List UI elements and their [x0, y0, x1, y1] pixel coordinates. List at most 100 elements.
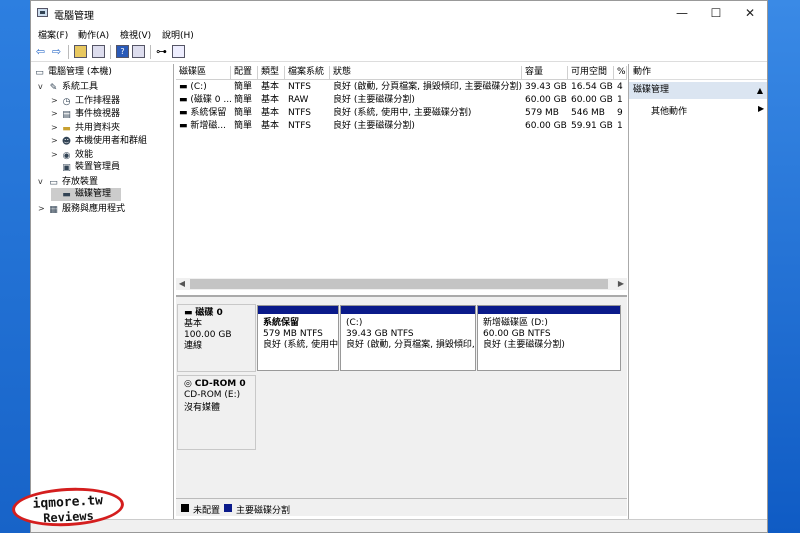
partition-system-reserved[interactable]: 系統保留 579 MB NTFS 良好 (系統, 使用中 [257, 305, 339, 371]
table-cell: 60.00 GB [525, 95, 567, 105]
chevron-right-icon[interactable]: > [51, 94, 61, 107]
tree-item-system-tools[interactable]: v ✎ 系統工具 [38, 80, 98, 93]
column-header-volume[interactable]: 磁碟區 [176, 66, 231, 80]
table-cell: 基本 [261, 108, 280, 118]
volume-icon: ▬ [179, 95, 191, 105]
chevron-right-icon[interactable]: > [51, 107, 61, 120]
disk-legend: 未配置 主要磁碟分割 [176, 498, 627, 516]
tree-item-task-scheduler[interactable]: > ◷ 工作排程器 [51, 94, 120, 107]
computer-management-icon [37, 8, 48, 17]
tree-item-computer-management[interactable]: ▭ 電腦管理 (本機) [34, 66, 112, 79]
menu-help[interactable]: 說明(H) [162, 28, 194, 41]
table-cell: NTFS [288, 121, 311, 131]
tree-item-shared-folders[interactable]: > ▬ 共用資料夾 [51, 121, 120, 134]
primary-partition-bar [258, 306, 338, 314]
volume-row-c-name[interactable]: ▬ (C:) [176, 81, 231, 94]
column-header-capacity[interactable]: 容量 [522, 66, 568, 80]
table-cell: 16.54 GB [571, 82, 613, 92]
scroll-right-icon[interactable]: ▶ [615, 278, 627, 290]
tree-item-disk-management[interactable]: ▬ 磁碟管理 [51, 188, 121, 201]
actions-more-actions[interactable]: 其他動作 [651, 104, 687, 117]
column-header-file-system[interactable]: 檔案系統 [285, 66, 330, 80]
actions-header: 動作 [629, 64, 767, 80]
table-cell: 良好 (系統, 使用中, 主要磁碟分割) [333, 108, 472, 118]
tree-item-device-manager[interactable]: ▣ 裝置管理員 [51, 161, 120, 174]
table-cell: 59.91 GB [571, 121, 613, 131]
table-cell: 簡單 [234, 108, 253, 118]
chevron-right-icon[interactable]: > [51, 134, 61, 147]
table-cell: 546 MB [571, 108, 605, 118]
legend-label-primary: 主要磁碟分割 [236, 506, 291, 516]
tree-item-performance[interactable]: > ◉ 效能 [51, 148, 93, 161]
horizontal-scrollbar[interactable]: ◀ ▶ [176, 278, 627, 290]
table-cell: 簡單 [234, 121, 253, 131]
cdrom-0-label[interactable]: ◎ CD-ROM 0 CD-ROM (E:) 沒有媒體 [177, 375, 256, 450]
menu-view[interactable]: 檢視(V) [120, 28, 151, 41]
list-view-icon[interactable] [172, 45, 185, 58]
column-header-status[interactable]: 狀態 [330, 66, 522, 80]
table-cell: 基本 [261, 82, 280, 92]
column-header-type[interactable]: 類型 [258, 66, 285, 80]
storage-icon: ▭ [49, 178, 58, 188]
services-icon: ▦ [49, 205, 58, 215]
disk-management-icon: ▬ [62, 190, 71, 200]
column-header-percent-free[interactable]: % [614, 66, 627, 80]
volume-icon: ▬ [179, 121, 191, 131]
maximize-button[interactable]: ☐ [699, 3, 733, 23]
column-header-free-space[interactable]: 可用空間 [568, 66, 614, 80]
menu-action[interactable]: 動作(A) [78, 28, 109, 41]
volume-row-new-volume-name[interactable]: ▬ 新增磁... [176, 120, 231, 133]
scroll-left-icon[interactable]: ◀ [176, 278, 188, 290]
chevron-right-icon[interactable]: > [51, 121, 61, 134]
title-bar[interactable]: 電腦管理 — ☐ ✕ [31, 1, 767, 25]
column-header-layout[interactable]: 配置 [231, 66, 258, 80]
partition-c-drive[interactable]: (C:) 39.43 GB NTFS 良好 (啟動, 分頁檔案, 損毀傾印, [340, 305, 476, 371]
volume-row-disk0-name[interactable]: ▬ (磁碟 0 ... [176, 94, 231, 107]
actions-pane: 動作 磁碟管理 ▲ 其他動作 ▶ [628, 64, 767, 519]
table-cell: 良好 (啟動, 分頁檔案, 損毀傾印, 主要磁碟分割) [333, 82, 522, 92]
minimize-button[interactable]: — [665, 3, 699, 23]
table-cell: NTFS [288, 108, 311, 118]
chevron-down-icon[interactable]: v [38, 80, 48, 93]
cdrom-icon: ◎ [184, 379, 195, 389]
legend-swatch-unallocated [181, 504, 189, 512]
primary-partition-bar [341, 306, 475, 314]
table-cell: 良好 (主要磁碟分割) [333, 95, 415, 105]
volume-list: 磁碟區 配置 類型 檔案系統 狀態 容量 可用空間 % ▬ (C:) 簡單 基本… [176, 64, 627, 294]
console-tree: ▭ 電腦管理 (本機) v ✎ 系統工具 > ◷ 工作排程器 > ▤ 事件檢視器 > ▬ 共用資料… [33, 64, 174, 519]
table-cell: 基本 [261, 121, 280, 131]
show-hide-console-tree-icon[interactable] [92, 45, 105, 58]
actions-section-disk-management[interactable]: 磁碟管理 ▲ [629, 82, 767, 99]
chevron-right-icon[interactable]: > [51, 148, 61, 161]
up-folder-icon[interactable] [74, 45, 87, 58]
tree-item-local-users-groups[interactable]: > ☻ 本機使用者和群組 [51, 134, 147, 147]
back-arrow-icon[interactable]: ⇦ [34, 45, 47, 58]
toolbar-separator [68, 45, 69, 59]
table-cell: 4 [617, 82, 623, 92]
menu-bar: 檔案(F) 動作(A) 檢視(V) 說明(H) [31, 25, 767, 41]
disk-0-label[interactable]: ▬ 磁碟 0 基本 100.00 GB 連線 [177, 304, 256, 372]
properties-icon[interactable] [132, 45, 145, 58]
chevron-right-icon[interactable]: > [38, 202, 48, 215]
tree-item-storage[interactable]: v ▭ 存放裝置 [38, 175, 98, 188]
table-cell: NTFS [288, 82, 311, 92]
submenu-arrow-icon[interactable]: ▶ [758, 104, 764, 113]
scrollbar-thumb[interactable] [190, 279, 608, 289]
tree-item-services-applications[interactable]: > ▦ 服務與應用程式 [38, 202, 125, 215]
menu-file[interactable]: 檔案(F) [38, 28, 68, 41]
tree-item-event-viewer[interactable]: > ▤ 事件檢視器 [51, 107, 120, 120]
volume-row-system-reserved-name[interactable]: ▬ 系統保留 [176, 107, 231, 120]
chevron-down-icon[interactable]: v [38, 175, 48, 188]
help-icon[interactable]: ? [116, 45, 129, 58]
table-cell: RAW [288, 95, 309, 105]
table-cell: 60.00 GB [525, 121, 567, 131]
close-button[interactable]: ✕ [733, 3, 767, 23]
volume-icon: ▬ [179, 82, 191, 92]
forward-arrow-icon[interactable]: ⇨ [50, 45, 63, 58]
connect-icon[interactable]: ⊶ [155, 45, 168, 58]
partition-d-drive[interactable]: 新增磁碟區 (D:) 60.00 GB NTFS 良好 (主要磁碟分割) [477, 305, 621, 371]
collapse-up-icon[interactable]: ▲ [757, 82, 763, 99]
table-cell: 良好 (主要磁碟分割) [333, 121, 415, 131]
primary-partition-bar [478, 306, 620, 314]
disk-graph-pane: ▬ 磁碟 0 基本 100.00 GB 連線 系統保留 579 MB NTFS … [176, 295, 627, 498]
